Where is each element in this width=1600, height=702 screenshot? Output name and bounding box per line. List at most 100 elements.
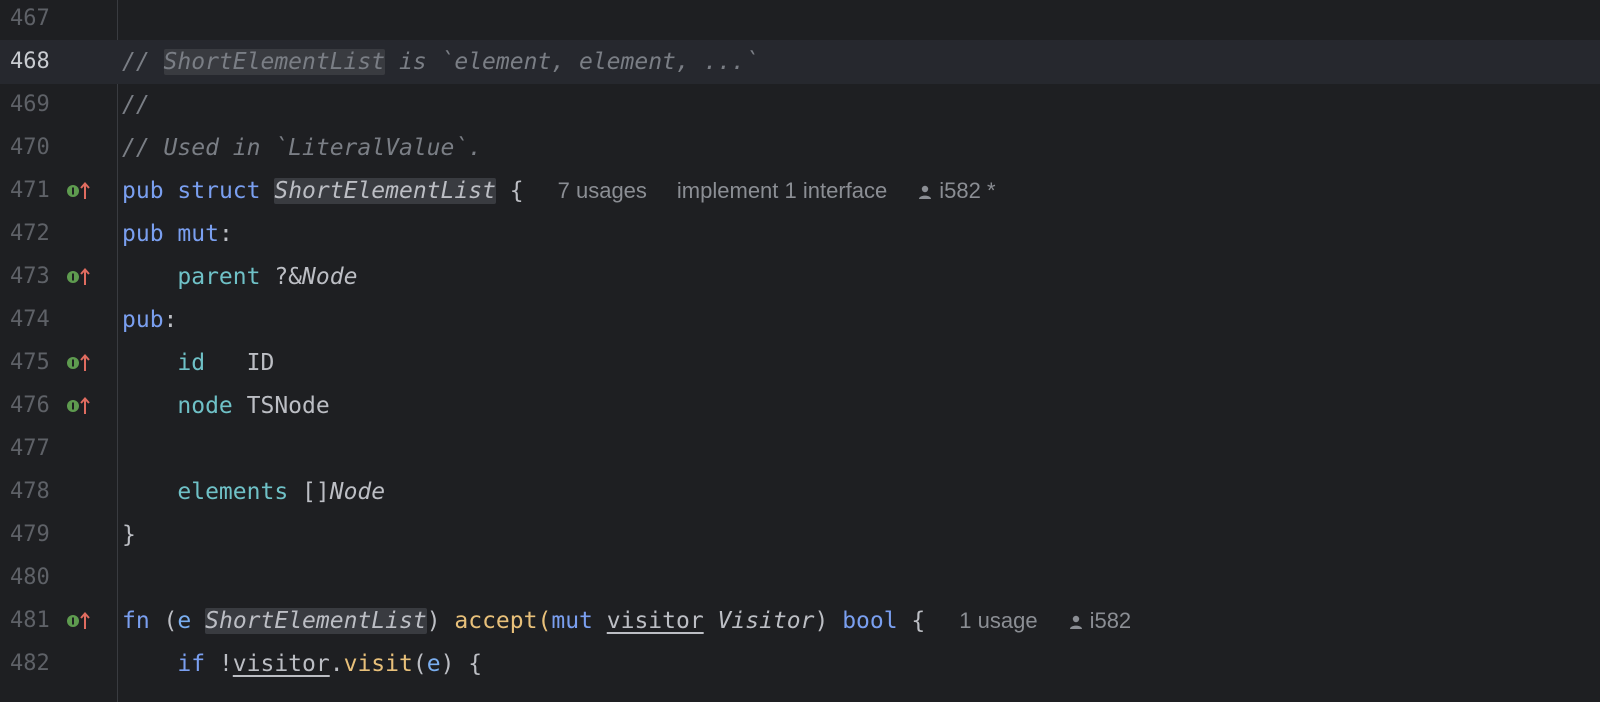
line-number: 478	[10, 479, 50, 504]
implementation-marker-icon[interactable]	[66, 353, 92, 373]
implementations-hint[interactable]: implement 1 interface	[677, 178, 887, 203]
code-line[interactable]: 469 //	[0, 83, 1600, 127]
inlay-hints: 1 usage i582	[925, 608, 1131, 633]
keyword-token: fn	[122, 608, 150, 634]
code-line[interactable]: 473 parent ?&Node	[0, 255, 1600, 299]
line-number: 480	[10, 565, 50, 590]
code-text: pub:	[122, 298, 177, 342]
code-line[interactable]: 479 }	[0, 513, 1600, 557]
punctuation-token: (	[537, 608, 552, 634]
implementation-marker-icon[interactable]	[66, 611, 92, 631]
type-token: Visitor	[717, 608, 815, 634]
punctuation-token: []	[288, 479, 330, 505]
code-line[interactable]: 474 pub:	[0, 298, 1600, 342]
line-number: 479	[10, 522, 50, 547]
punctuation-token: {	[897, 608, 926, 634]
code-line[interactable]: 475 id ID	[0, 341, 1600, 385]
comment-token: is `element, element, ...`	[385, 49, 759, 75]
usages-hint[interactable]: 7 usages	[558, 178, 647, 203]
line-number: 473	[10, 264, 50, 289]
code-line[interactable]: 470 // Used in `LiteralValue`.	[0, 126, 1600, 170]
type-token: Node	[329, 479, 386, 505]
line-number: 482	[10, 651, 50, 676]
code-text: pub mut:	[122, 212, 233, 256]
punctuation-token: .	[329, 651, 344, 677]
keyword-token: mut	[551, 608, 593, 634]
line-number: 469	[10, 92, 50, 117]
field-token: node	[177, 393, 233, 419]
method-call-token: visit	[343, 651, 413, 677]
punctuation-token: :	[218, 221, 233, 247]
code-line-current[interactable]: 468 // ShortElementList is `element, ele…	[0, 40, 1600, 84]
code-line[interactable]: 482 if !visitor.visit(e) {	[0, 642, 1600, 686]
punctuation-token: :	[163, 307, 178, 333]
comment-identifier-highlight: ShortElementList	[163, 49, 386, 75]
field-token: elements	[177, 479, 289, 505]
line-number: 471	[10, 178, 50, 203]
line-number: 474	[10, 307, 50, 332]
punctuation-token: (	[412, 651, 427, 677]
code-line[interactable]: 476 node TSNode	[0, 384, 1600, 428]
line-number: 472	[10, 221, 50, 246]
keyword-token: pub	[122, 178, 164, 204]
code-line[interactable]: 481 fn (e ShortElementList) accept(mut v…	[0, 599, 1600, 643]
parameter-token: visitor	[606, 608, 704, 634]
struct-reference-token[interactable]: ShortElementList	[205, 608, 427, 634]
line-number: 475	[10, 350, 50, 375]
code-text: elements []Node	[122, 470, 385, 514]
code-line[interactable]: 478 elements []Node	[0, 470, 1600, 514]
keyword-token: pub	[122, 221, 164, 247]
inlay-hints: 7 usages implement 1 interface i582 *	[524, 178, 996, 203]
code-text: // Used in `LiteralValue`.	[122, 126, 482, 170]
field-token: id	[177, 350, 206, 376]
punctuation-token: (	[149, 608, 178, 634]
code-line[interactable]: 471 pub struct ShortElementList {7 usage…	[0, 169, 1600, 213]
line-number: 476	[10, 393, 50, 418]
line-number: 477	[10, 436, 50, 461]
keyword-token: struct	[177, 178, 261, 204]
code-line[interactable]: 477	[0, 427, 1600, 471]
code-editor[interactable]: 467 468 // ShortElementList is `element,…	[0, 0, 1600, 702]
punctuation-token: !	[205, 651, 233, 677]
comment-token: //	[122, 92, 150, 118]
usages-hint[interactable]: 1 usage	[959, 608, 1037, 633]
comment-token: //	[122, 49, 164, 75]
implementation-marker-icon[interactable]	[66, 267, 92, 287]
implementation-marker-icon[interactable]	[66, 396, 92, 416]
code-line[interactable]: 480	[0, 556, 1600, 600]
code-text: parent ?&Node	[122, 255, 357, 299]
code-line[interactable]: 472 pub mut:	[0, 212, 1600, 256]
code-text: // ShortElementList is `element, element…	[122, 40, 759, 84]
type-keyword-token: bool	[842, 608, 898, 634]
comment-token: // Used in `LiteralValue`.	[122, 135, 483, 161]
keyword-token: if	[177, 651, 206, 677]
parameter-token: visitor	[232, 651, 330, 677]
author-hint[interactable]: i582 *	[917, 178, 996, 203]
line-number: 470	[10, 135, 50, 160]
code-line[interactable]: 467	[0, 0, 1600, 41]
struct-name-token[interactable]: ShortElementList	[274, 178, 496, 204]
function-name-token[interactable]: accept	[454, 608, 537, 634]
author-hint[interactable]: i582	[1068, 608, 1131, 633]
punctuation-token: ?&	[260, 264, 303, 290]
code-text: if !visitor.visit(e) {	[122, 642, 482, 686]
implementation-marker-icon[interactable]	[66, 181, 92, 201]
punctuation-token: ) {	[440, 651, 483, 677]
punctuation-token: )	[426, 608, 455, 634]
punctuation-token: )	[814, 608, 843, 634]
code-text: fn (e ShortElementList) accept(mut visit…	[122, 599, 1131, 643]
receiver-token: e	[426, 651, 441, 677]
field-token: parent	[177, 264, 261, 290]
person-icon	[1069, 615, 1082, 629]
line-number: 467	[10, 6, 50, 31]
